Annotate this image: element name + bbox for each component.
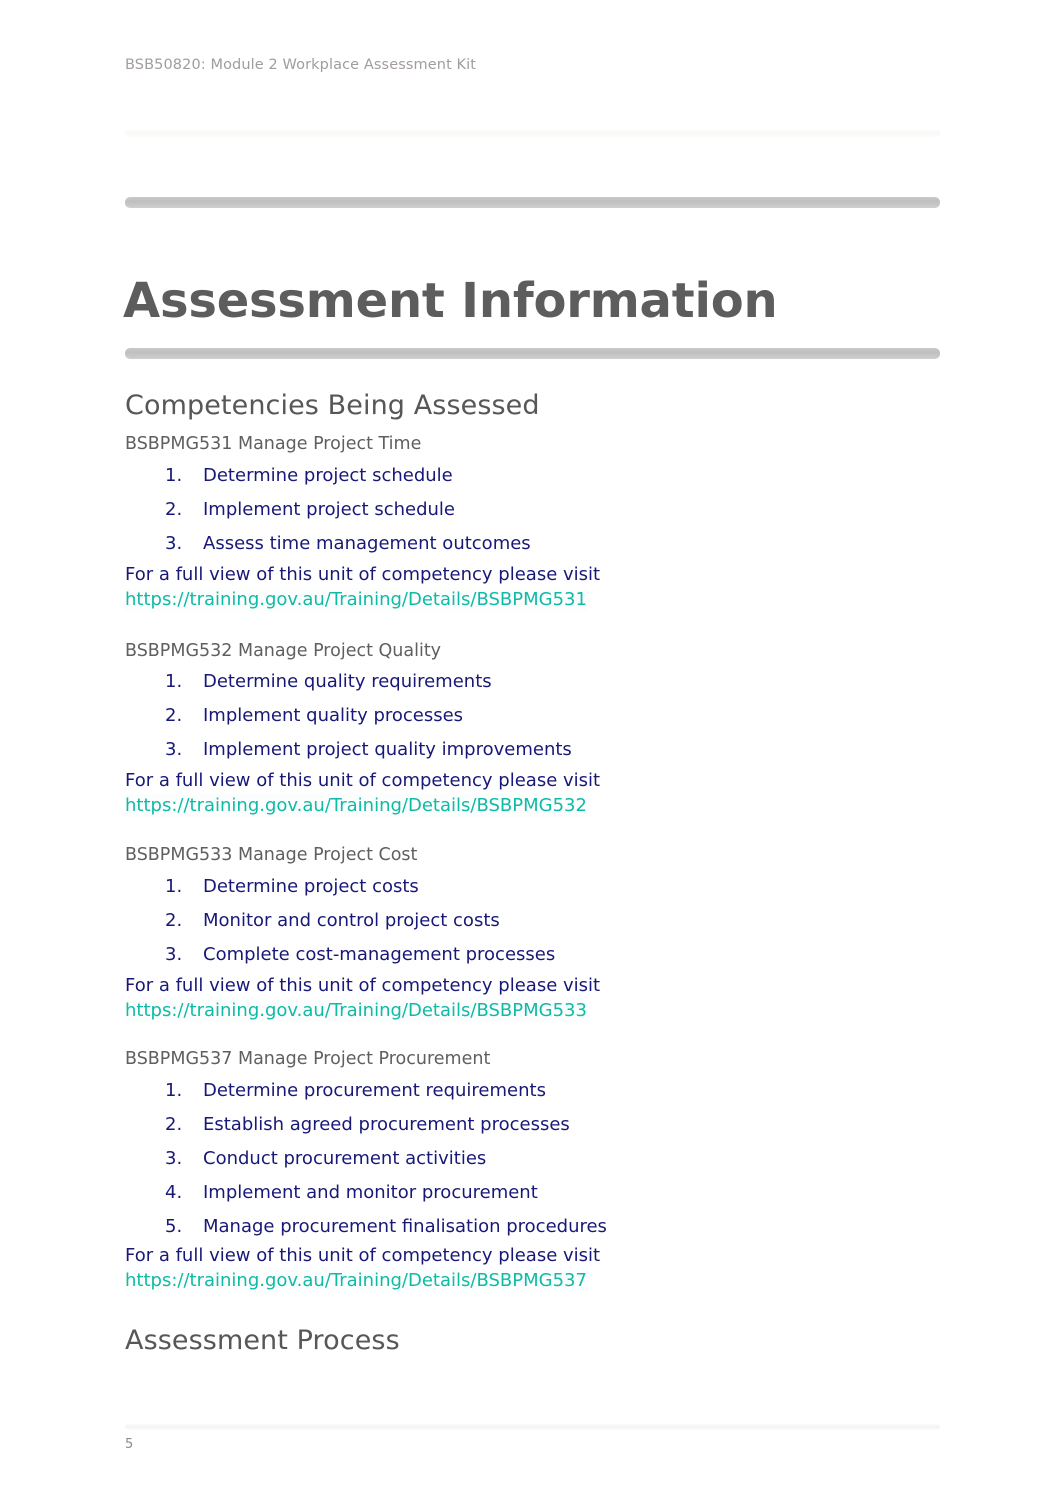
- page-title: Assessment Information: [123, 273, 778, 330]
- unit-visit-text: For a full view of this unit of competen…: [125, 770, 601, 792]
- running-header: BSB50820: Module 2 Workplace Assessment …: [125, 57, 477, 73]
- competency-unit-block: BSBPMG533 Manage Project Cost Determine p…: [125, 844, 940, 1023]
- competency-units: BSBPMG531 Manage Project Time Determine p…: [125, 433, 940, 1293]
- competency-unit-block: BSBPMG532 Manage Project Quality Determin…: [125, 640, 940, 818]
- unit-element-item: Implement project schedule: [165, 497, 455, 523]
- document-page: BSB50820: Module 2 Workplace Assessment …: [0, 0, 1062, 1506]
- unit-element-item: Complete cost-management processes: [165, 942, 556, 968]
- unit-code-title: BSBPMG531 Manage Project Time: [125, 434, 422, 455]
- unit-element-item: Determine quality requirements: [165, 669, 492, 695]
- unit-element-item: Determine project schedule: [165, 463, 453, 489]
- unit-element-item: Implement quality processes: [165, 703, 464, 729]
- unit-training-gov-link[interactable]: https://training.gov.au/Training/Details…: [125, 794, 587, 818]
- unit-element-item: Implement project quality improvements: [165, 737, 572, 763]
- unit-training-gov-link[interactable]: https://training.gov.au/Training/Details…: [125, 998, 587, 1023]
- unit-element-item: Monitor and control project costs: [165, 908, 500, 934]
- unit-visit-text: For a full view of this unit of competen…: [125, 1245, 601, 1267]
- unit-training-gov-link[interactable]: https://training.gov.au/Training/Details…: [125, 587, 587, 612]
- unit-code-title: BSBPMG532 Manage Project Quality: [125, 640, 442, 661]
- competency-unit-block: BSBPMG537 Manage Project Procurement Dete…: [125, 1048, 940, 1293]
- section-heading-competencies: Competencies Being Assessed: [125, 390, 540, 421]
- unit-element-item: Determine procurement requirements: [165, 1078, 546, 1104]
- unit-element-item: Assess time management outcomes: [165, 531, 531, 557]
- unit-element-list: Determine project costs Monitor and contr…: [125, 874, 940, 968]
- decorative-rule-below-title: [125, 348, 940, 359]
- unit-element-item: Conduct procurement activities: [165, 1146, 487, 1172]
- unit-training-gov-link[interactable]: https://training.gov.au/Training/Details…: [125, 1269, 587, 1293]
- unit-element-item: Determine project costs: [165, 874, 419, 900]
- page-number: 5: [125, 1437, 134, 1452]
- footer-divider: [125, 1424, 940, 1430]
- unit-element-list: Determine quality requirements Implement …: [125, 669, 940, 763]
- content-column: Competencies Being Assessed BSBPMG531 Ma…: [125, 388, 940, 1358]
- unit-element-item: Establish agreed procurement processes: [165, 1112, 570, 1138]
- unit-element-list: Determine project schedule Implement proj…: [125, 463, 940, 557]
- competency-unit-block: BSBPMG531 Manage Project Time Determine p…: [125, 433, 940, 612]
- decorative-rule-faint: [125, 130, 940, 137]
- unit-visit-text: For a full view of this unit of competen…: [125, 564, 601, 585]
- decorative-rule-above-title: [125, 197, 940, 208]
- unit-element-list: Determine procurement requirements Establ…: [125, 1078, 940, 1241]
- unit-visit-text: For a full view of this unit of competen…: [125, 974, 601, 996]
- section-heading-assessment-process: Assessment Process: [125, 1324, 400, 1356]
- unit-element-item: Implement and monitor procurement: [165, 1180, 538, 1206]
- unit-code-title: BSBPMG537 Manage Project Procurement: [125, 1049, 491, 1070]
- unit-code-title: BSBPMG533 Manage Project Cost: [125, 844, 418, 865]
- unit-element-item: Manage procurement finalisation procedur…: [165, 1214, 607, 1240]
